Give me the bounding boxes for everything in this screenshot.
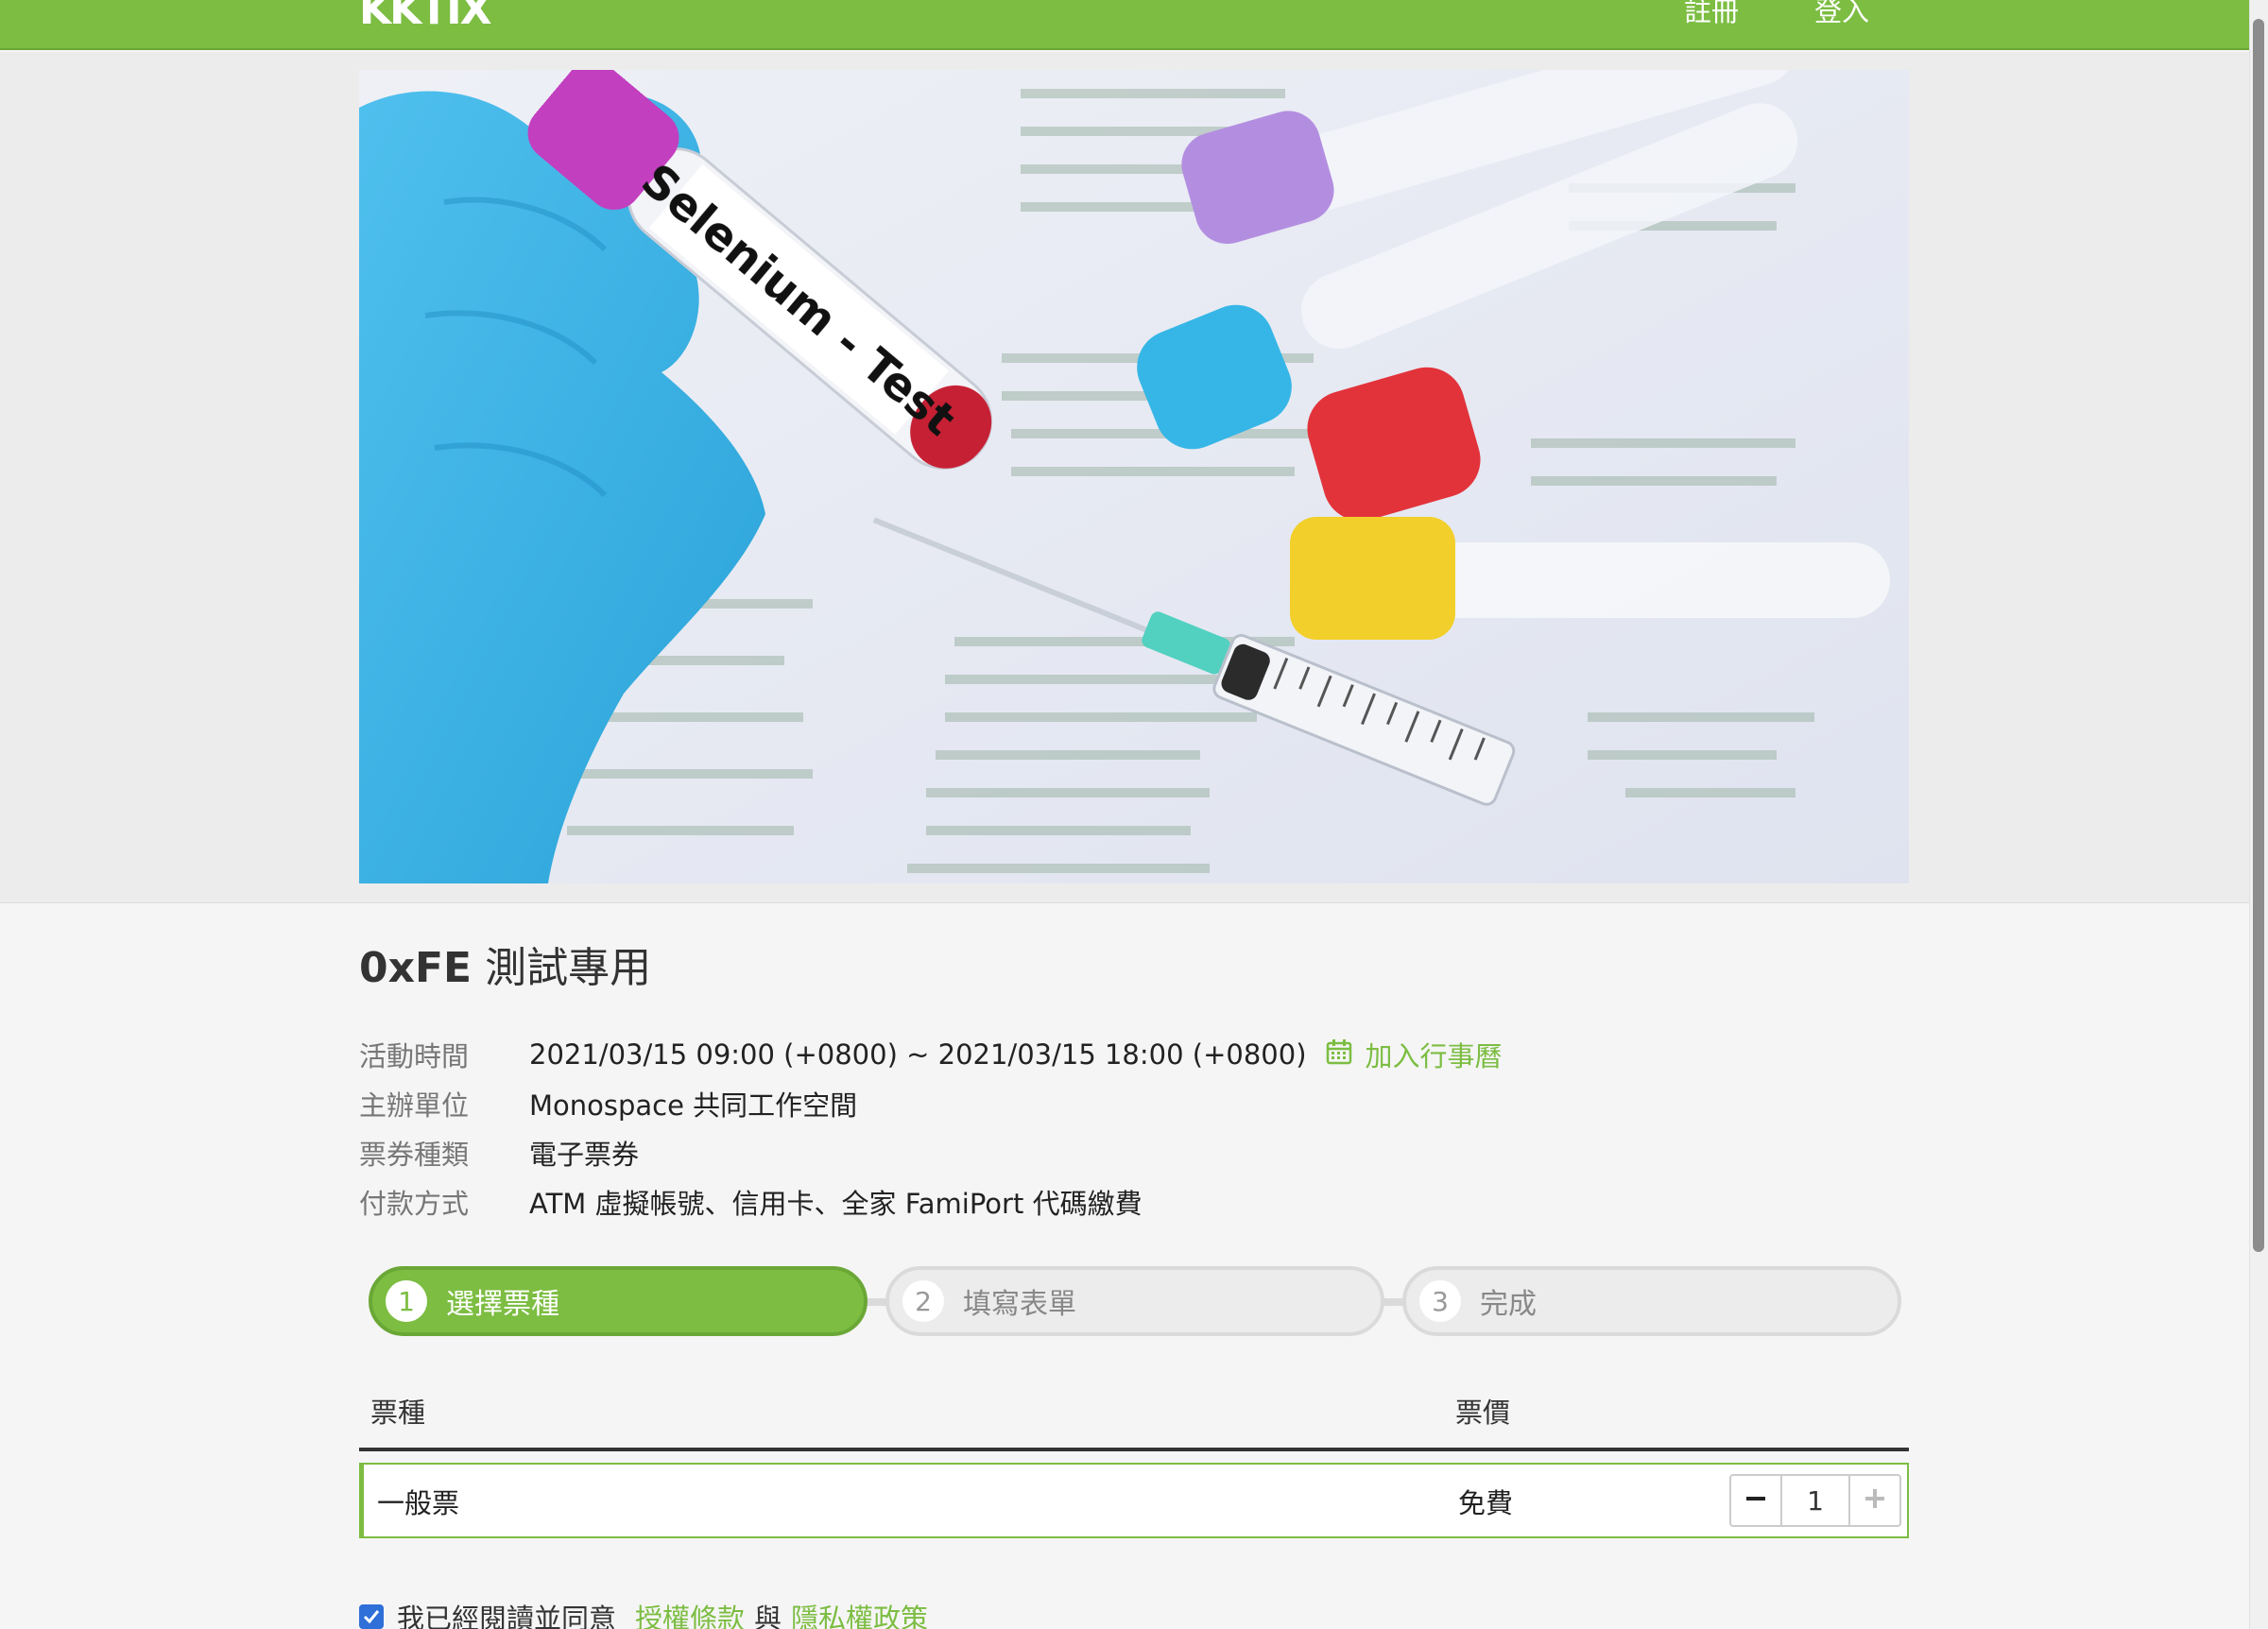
add-to-calendar-link[interactable]: 加入行事曆: [1326, 1035, 1503, 1074]
info-value: ATM 虛擬帳號、信用卡、全家 FamiPort 代碼繳費: [529, 1188, 1143, 1220]
top-navbar: KKTIX 註冊 登入: [0, 0, 2268, 50]
terms-link[interactable]: 授權條款: [635, 1597, 745, 1629]
quantity-value[interactable]: 1: [1782, 1476, 1848, 1525]
column-header-ticket: 票種: [370, 1397, 426, 1429]
minus-icon: [1745, 1488, 1766, 1513]
ticket-price: 免費: [1458, 1487, 1514, 1519]
calendar-icon: [1326, 1038, 1352, 1072]
event-title-prefix: 0xFE: [359, 944, 472, 992]
column-header-price: 票價: [1455, 1397, 1511, 1429]
step-label: 填寫表單: [963, 1288, 1076, 1321]
step-number: 3: [1419, 1280, 1461, 1322]
table-header-rule: [359, 1448, 1909, 1451]
info-label: 票券種類: [359, 1139, 470, 1171]
privacy-policy-link[interactable]: 隱私權政策: [791, 1597, 928, 1629]
agreement-row: 我已經閱讀並同意 授權條款 與 隱私權政策: [359, 1597, 928, 1629]
info-row-time: 活動時間 2021/03/15 09:00 (+0800) ~ 2021/03/…: [359, 1036, 1503, 1073]
info-value: 電子票券: [529, 1139, 640, 1171]
ticket-name: 一般票: [377, 1487, 460, 1519]
quantity-stepper: 1: [1729, 1474, 1901, 1527]
agreement-checkbox[interactable]: [359, 1604, 384, 1629]
step-select-ticket: 1 選擇票種: [369, 1266, 868, 1336]
logo-text: KKTIX: [359, 0, 491, 34]
decrease-quantity-button[interactable]: [1731, 1476, 1782, 1525]
add-to-calendar-label: 加入行事曆: [1365, 1040, 1503, 1072]
info-value: Monospace 共同工作空間: [529, 1089, 858, 1122]
login-link[interactable]: 登入: [1814, 0, 1869, 28]
table-row: 一般票 免費 1: [359, 1463, 1909, 1538]
info-row-ticket-type: 票券種類 電子票券: [359, 1134, 639, 1172]
event-title: 0xFE 測試專用: [359, 940, 651, 997]
info-value: 2021/03/15 09:00 (+0800) ~ 2021/03/15 18…: [529, 1038, 1307, 1071]
info-row-organizer: 主辦單位 Monospace 共同工作空間: [359, 1085, 857, 1123]
info-label: 主辦單位: [359, 1089, 470, 1122]
register-link[interactable]: 註冊: [1684, 0, 1739, 28]
step-complete: 3 完成: [1402, 1266, 1901, 1336]
agreement-and: 與: [754, 1603, 782, 1629]
info-label: 付款方式: [359, 1188, 470, 1220]
step-number: 1: [386, 1280, 427, 1322]
step-fill-form: 2 填寫表單: [885, 1266, 1384, 1336]
kktix-logo[interactable]: KKTIX: [359, 0, 491, 34]
scrollbar-thumb[interactable]: [2253, 19, 2264, 1252]
step-label: 完成: [1480, 1288, 1537, 1321]
info-row-payment: 付款方式 ATM 虛擬帳號、信用卡、全家 FamiPort 代碼繳費: [359, 1183, 1143, 1221]
event-banner-image: Selenium - Test: [359, 70, 1909, 883]
step-number: 2: [902, 1280, 944, 1322]
agreement-text: 我已經閱讀並同意: [397, 1603, 617, 1629]
plus-icon: [1864, 1488, 1885, 1513]
info-label: 活動時間: [359, 1040, 470, 1072]
check-icon: [363, 1610, 380, 1624]
step-label: 選擇票種: [446, 1288, 559, 1321]
increase-quantity-button[interactable]: [1848, 1476, 1899, 1525]
event-title-rest: 測試專用: [472, 944, 652, 992]
